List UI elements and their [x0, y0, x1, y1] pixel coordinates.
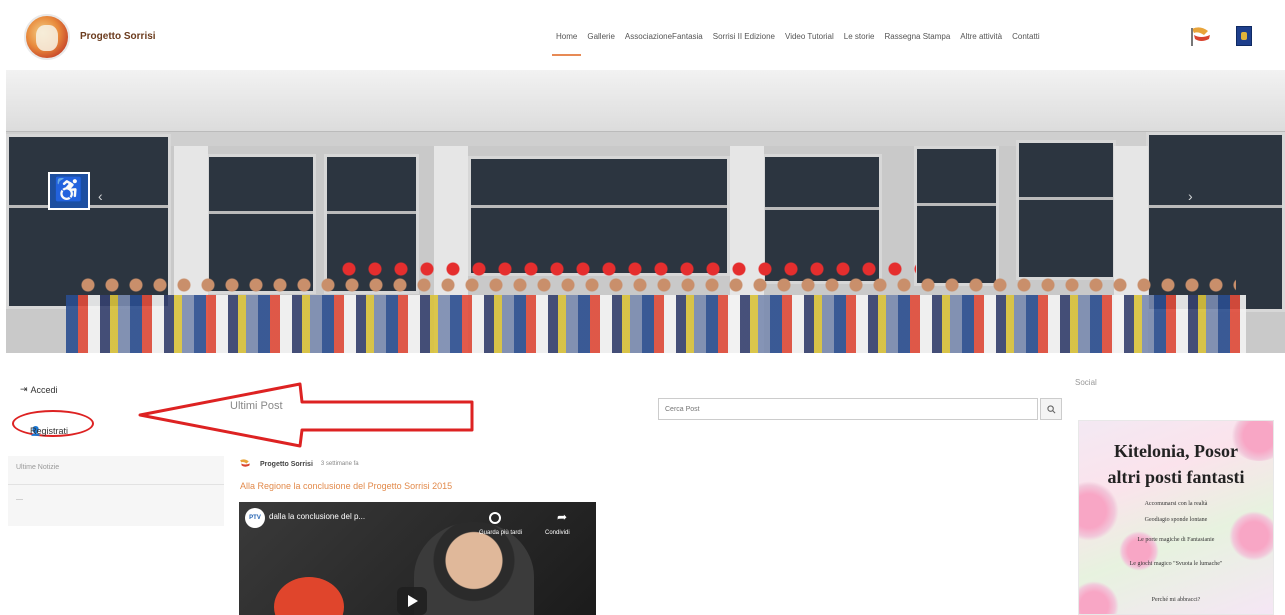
nav-home[interactable]: Home	[551, 32, 582, 56]
slider-next-icon[interactable]: ›	[1188, 188, 1193, 204]
nav-rassegna-stampa[interactable]: Rassegna Stampa	[884, 32, 950, 41]
poster-title-line1: Kitelonia, Posor	[1114, 441, 1238, 461]
post-author[interactable]: Progetto Sorrisi	[260, 461, 313, 468]
channel-avatar[interactable]: PTV	[245, 508, 265, 528]
poster-line: Le giochi magico "Svuota le lumache"	[1129, 561, 1223, 567]
poster-line: Perché mi abbracci?	[1151, 597, 1201, 603]
mascot-image	[274, 577, 344, 615]
nav-associazione[interactable]: AssociazioneFantasia	[625, 32, 703, 41]
login-label: Accedi	[30, 384, 58, 395]
site-title[interactable]: Progetto Sorrisi	[80, 31, 156, 42]
watch-later-label: Guarda più tardi	[479, 530, 523, 536]
smile-logo-icon[interactable]	[1188, 25, 1214, 47]
main-nav: Home Gallerie AssociazioneFantasia Sorri…	[551, 32, 1050, 56]
share-icon[interactable]: ➦	[557, 510, 567, 524]
slider-prev-icon[interactable]: ‹	[98, 188, 103, 204]
post-meta: Progetto Sorrisi 3 settimane fa	[238, 458, 359, 470]
search-button[interactable]	[1040, 398, 1062, 420]
accessibility-sign-icon: ♿	[48, 172, 90, 210]
nav-le-storie[interactable]: Le storie	[844, 32, 875, 41]
nav-contatti[interactable]: Contatti	[1012, 32, 1040, 41]
nav-sorrisi-edizione[interactable]: Sorrisi II Edizione	[713, 32, 775, 41]
event-poster[interactable]: Kitelonia, Posor altri posti fantasti Ac…	[1078, 420, 1274, 615]
poster-line: Geodiagio sponde lontane	[1144, 517, 1208, 523]
annotation-arrow	[138, 382, 474, 448]
video-title[interactable]: dalla la conclusione del p...	[269, 512, 365, 521]
sidebar-widget: Ultime Notizie —	[8, 456, 224, 526]
post-date: 3 settimane fa	[320, 461, 359, 467]
group-photo	[66, 295, 1246, 353]
poster-title-line2: altri posti fantasti	[1107, 467, 1245, 487]
nav-gallerie[interactable]: Gallerie	[587, 32, 615, 41]
register-annotation-circle: 👤 Registrati	[12, 410, 94, 437]
play-button[interactable]	[397, 587, 427, 615]
search-icon	[1046, 404, 1055, 413]
login-link[interactable]: ⇥ Accedi	[20, 384, 58, 395]
sidebar-widget-title: Ultime Notizie	[16, 464, 60, 471]
social-widget-title: Social	[1075, 378, 1097, 387]
nav-video-tutorial[interactable]: Video Tutorial	[785, 32, 834, 41]
site-header: Progetto Sorrisi Home Gallerie Associazi…	[0, 0, 1285, 70]
site-logo[interactable]	[24, 14, 70, 60]
watch-later-icon[interactable]	[489, 512, 501, 524]
post-title-link[interactable]: Alla Regione la conclusione del Progetto…	[240, 481, 452, 491]
sidebar-widget-item: —	[16, 496, 23, 503]
hero-slider[interactable]: ♿ ‹ ›	[6, 70, 1285, 353]
search-bar	[658, 398, 1064, 420]
search-input[interactable]	[658, 398, 1038, 420]
poster-line: Accomunarsi con la realtà	[1144, 501, 1208, 507]
author-avatar-icon	[240, 459, 250, 467]
crest-icon[interactable]	[1236, 26, 1252, 46]
poster-line: Le porte magiche di Fantasianie	[1137, 537, 1215, 543]
section-title: Ultimi Post	[230, 400, 283, 412]
login-icon: ⇥	[20, 384, 28, 394]
register-label: Registrati	[30, 426, 69, 436]
share-label: Condividi	[545, 530, 570, 536]
nav-altre-attivita[interactable]: Altre attività	[960, 32, 1002, 41]
video-embed[interactable]: PTV dalla la conclusione del p... Guarda…	[239, 502, 596, 615]
